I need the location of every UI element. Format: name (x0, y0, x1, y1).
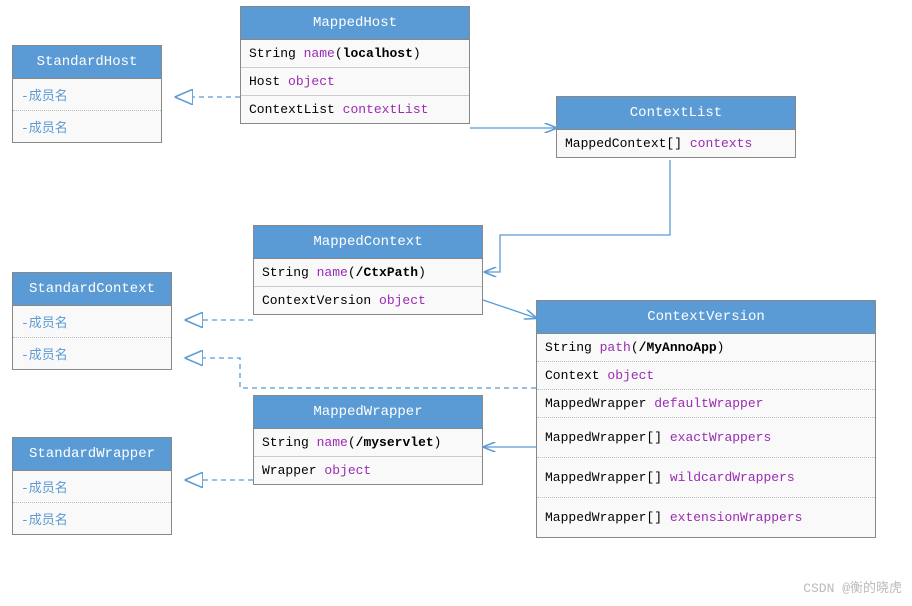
member-row: -成员名 (13, 79, 161, 111)
class-box-context-list: ContextList MappedContext[] contexts (556, 96, 796, 158)
attr-row: MappedWrapper[] wildcardWrappers (537, 458, 875, 498)
attr-row: MappedWrapper defaultWrapper (537, 390, 875, 418)
member-row: -成员名 (13, 111, 161, 142)
class-box-mapped-context: MappedContext String name(/CtxPath) Cont… (253, 225, 483, 315)
member-row: -成员名 (13, 471, 171, 503)
class-box-mapped-wrapper: MappedWrapper String name(/myservlet) Wr… (253, 395, 483, 485)
attr-row: Wrapper object (254, 457, 482, 484)
box-title: StandardContext (13, 273, 171, 306)
class-box-standard-wrapper: StandardWrapper -成员名 -成员名 (12, 437, 172, 535)
box-title: MappedContext (254, 226, 482, 259)
attr-row: ContextVersion object (254, 287, 482, 314)
class-box-mapped-host: MappedHost String name(localhost) Host o… (240, 6, 470, 124)
box-title: MappedWrapper (254, 396, 482, 429)
member-row: -成员名 (13, 503, 171, 534)
box-title: StandardWrapper (13, 438, 171, 471)
attr-row: String name(localhost) (241, 40, 469, 68)
attr-row: String name(/myservlet) (254, 429, 482, 457)
attr-row: MappedContext[] contexts (557, 130, 795, 157)
class-box-context-version: ContextVersion String path(/MyAnnoApp) C… (536, 300, 876, 538)
attr-row: Context object (537, 362, 875, 390)
box-title: ContextList (557, 97, 795, 130)
attr-row: ContextList contextList (241, 96, 469, 123)
box-title: ContextVersion (537, 301, 875, 334)
attr-row: String name(/CtxPath) (254, 259, 482, 287)
attr-row: Host object (241, 68, 469, 96)
class-box-standard-context: StandardContext -成员名 -成员名 (12, 272, 172, 370)
class-box-standard-host: StandardHost -成员名 -成员名 (12, 45, 162, 143)
conn-contextversion-standardcontext (186, 358, 536, 388)
member-row: -成员名 (13, 338, 171, 369)
conn-mappedcontext-contextversion (483, 300, 536, 318)
attr-row: MappedWrapper[] extensionWrappers (537, 498, 875, 537)
attr-row: String path(/MyAnnoApp) (537, 334, 875, 362)
member-row: -成员名 (13, 306, 171, 338)
box-title: MappedHost (241, 7, 469, 40)
watermark-text: CSDN @衡的晓虎 (803, 577, 902, 596)
conn-contextlist-mappedcontext (485, 160, 670, 272)
attr-row: MappedWrapper[] exactWrappers (537, 418, 875, 458)
box-title: StandardHost (13, 46, 161, 79)
